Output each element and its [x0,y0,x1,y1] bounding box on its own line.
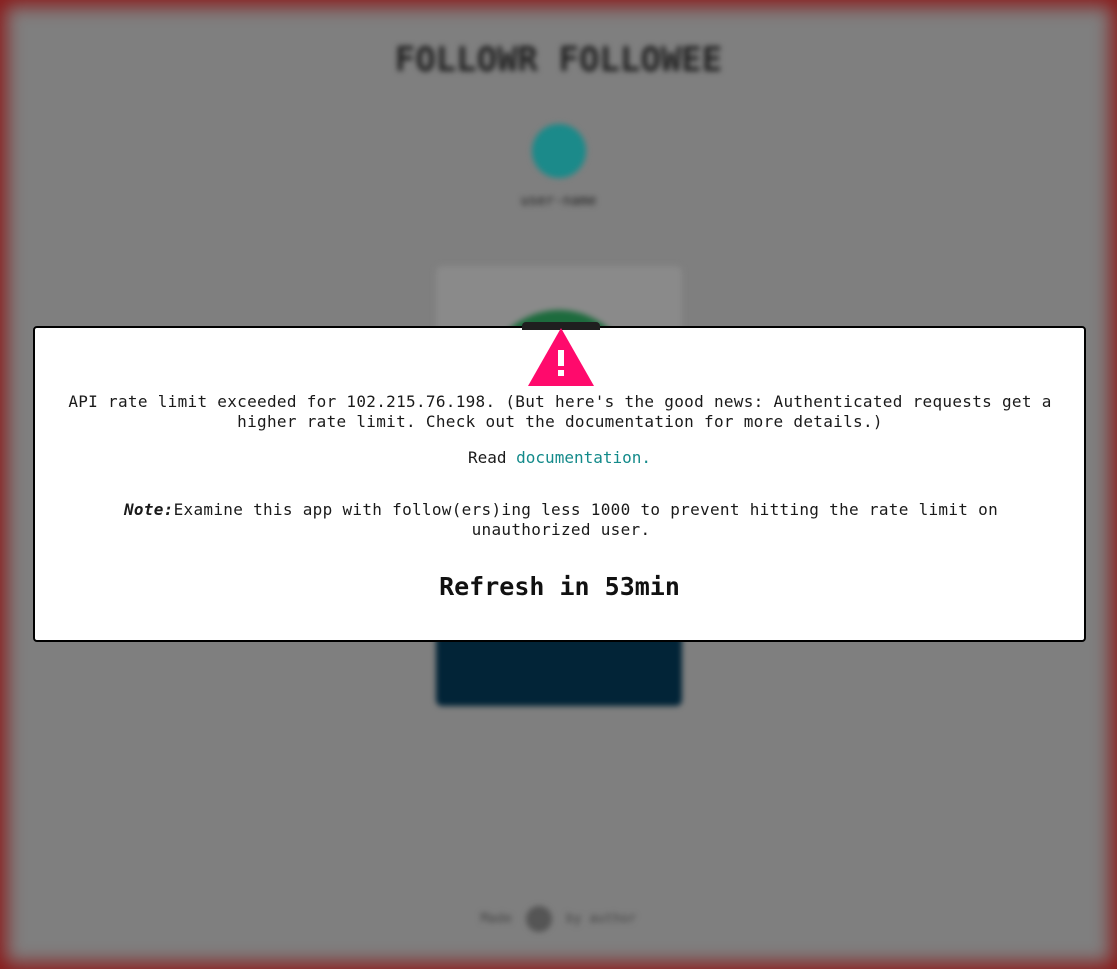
note: Note:Examine this app with follow(ers)in… [63,500,1059,540]
refresh-countdown: Refresh in 53min [439,572,680,601]
read-documentation-line: Read documentation. [35,448,1084,467]
username: user-name [520,193,597,209]
error-message: API rate limit exceeded for 102.215.76.1… [68,392,1052,431]
warning-triangle-icon [528,328,594,386]
app-title: FOLLOWR FOLLOWEE [394,40,723,80]
page-footer: Made by author [0,906,1117,932]
footer-left-text: Made [480,911,512,927]
documentation-link[interactable]: documentation. [516,448,651,467]
read-prefix: Read [467,448,507,467]
avatar [532,124,586,178]
note-text: Examine this app with follow(ers)ing les… [173,500,999,539]
warning-icon-wrap [522,322,600,388]
rate-limit-modal: API rate limit exceeded for 102.215.76.1… [33,322,1086,642]
note-label: Note: [123,500,174,519]
footer-right-text: by author [565,911,637,927]
github-icon [525,906,552,932]
